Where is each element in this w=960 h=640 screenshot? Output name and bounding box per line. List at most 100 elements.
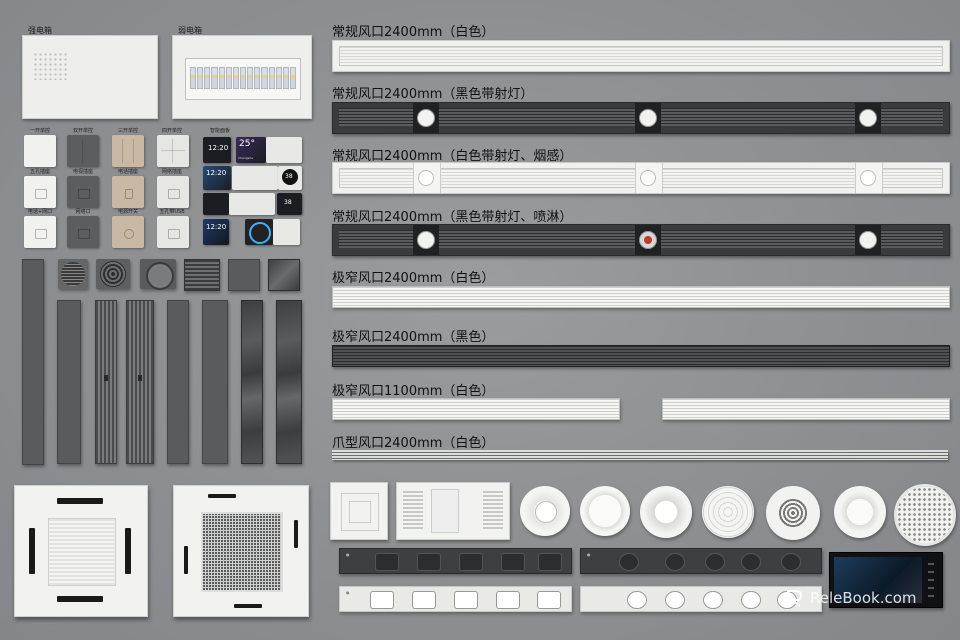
vent-label: 爪型风口2400mm（白色） xyxy=(332,436,495,451)
watermark-icon xyxy=(785,588,805,608)
vent-white-with-spotlights-smoke-detector xyxy=(332,162,950,194)
smart-panel-keys xyxy=(266,137,302,163)
spotlight-icon xyxy=(417,231,435,249)
five-hole-socket xyxy=(24,176,56,208)
ac-outlet xyxy=(57,596,103,602)
ac-outlet xyxy=(208,494,236,498)
watermark-text: ReleBook.com xyxy=(810,589,917,607)
smart-thermostat: 38 xyxy=(277,193,302,215)
vent-label: 极窄风口2400mm（黑色） xyxy=(332,330,495,345)
track-outlet xyxy=(665,553,685,571)
panel-time: 12:20 xyxy=(206,169,227,177)
heater-grille xyxy=(483,491,503,531)
track-logo: ● xyxy=(587,552,591,557)
ac-outlet xyxy=(125,528,131,574)
track-outlet xyxy=(496,591,520,609)
track-socket-dark: ● xyxy=(580,548,822,574)
switch-label: 四开单控 xyxy=(161,128,182,134)
track-outlet xyxy=(781,553,801,571)
track-outlet xyxy=(741,591,761,609)
ac-mesh-grille xyxy=(201,512,283,592)
track-outlet xyxy=(501,553,525,571)
track-logo: ● xyxy=(346,552,350,557)
switch-label: 五孔插座 xyxy=(29,169,50,175)
track-outlet xyxy=(537,591,561,609)
track-outlet xyxy=(627,591,647,609)
phone-socket xyxy=(112,176,144,208)
vent-slots xyxy=(339,46,943,66)
bathroom-heater-panel xyxy=(396,482,510,540)
round-diffuser xyxy=(520,486,570,536)
smart-panel-keys xyxy=(232,166,278,190)
smart-thermostat: 38 xyxy=(278,166,302,190)
smart-panel-clock: 12:20 xyxy=(203,219,229,245)
narrow-vent-white-short xyxy=(662,398,950,420)
square-diffuser xyxy=(330,482,388,540)
ac-intake-grille xyxy=(48,518,116,586)
vent-label: 常规风口2400mm（白色） xyxy=(332,25,495,40)
marble-strip xyxy=(276,300,302,464)
breaker-row xyxy=(190,67,297,89)
round-grille-diffuser xyxy=(766,486,820,540)
network-port xyxy=(67,216,99,248)
vent-label: 常规风口2400mm（黑色带射灯） xyxy=(332,87,534,102)
combo-socket xyxy=(24,216,56,248)
vent-black-with-spotlights xyxy=(332,102,950,134)
switch-label: 三开单控 xyxy=(117,128,138,134)
vent-black-with-spotlights-sprinkler xyxy=(332,224,950,256)
switch-label: 一开单控 xyxy=(29,128,50,134)
perforated-diffuser xyxy=(894,484,956,546)
panel-time: 12:20 xyxy=(206,223,227,231)
track-outlet xyxy=(741,553,761,571)
spotlight-icon xyxy=(418,170,434,186)
switch-label: 智能面板 xyxy=(209,128,230,134)
track-outlet xyxy=(375,553,399,571)
vent-label: 极窄风口1100mm（白色） xyxy=(332,384,495,399)
track-outlet xyxy=(412,591,436,609)
smart-panel-keys xyxy=(229,193,275,215)
thermostat-temp: 38 xyxy=(284,199,292,206)
smart-panel-weather: 25° Changsha xyxy=(236,137,266,163)
track-logo: ● xyxy=(346,590,350,595)
ac-outlet xyxy=(234,604,262,608)
sprinkler-icon xyxy=(639,231,657,249)
switch-label: 网络口 xyxy=(75,209,91,215)
scene: 强电箱 弱电箱 一开单控 双开单控 三开单控 四开单控 智能面板 五孔插座 电视… xyxy=(0,0,960,640)
round-diffuser xyxy=(834,486,886,538)
square-round-light xyxy=(140,259,176,290)
round-light xyxy=(146,262,174,290)
ac-outlet xyxy=(57,498,103,504)
spotlight-icon xyxy=(859,231,877,249)
round-diffuser xyxy=(580,486,630,536)
single-switch xyxy=(24,135,56,167)
triple-switch xyxy=(112,135,144,167)
square-grille-vent xyxy=(58,259,88,289)
narrow-vent-black xyxy=(332,345,950,367)
square-fan-vent xyxy=(96,259,130,289)
quad-switch xyxy=(157,135,189,167)
panel-temp: 25° xyxy=(239,139,255,149)
spotlight-icon xyxy=(859,109,877,127)
round-diffuser xyxy=(640,486,692,538)
track-outlet xyxy=(703,591,723,609)
power-switch xyxy=(112,216,144,248)
round-grille xyxy=(61,262,85,286)
breaker-panel xyxy=(185,58,301,100)
round-diffuser xyxy=(702,486,754,538)
strong-electric-box xyxy=(22,35,158,119)
cassette-ac-unit xyxy=(14,485,148,617)
dial-ring xyxy=(249,222,271,244)
switch-label: 电源开关 xyxy=(117,209,138,215)
vent-label: 极窄风口2400mm（白色） xyxy=(332,271,495,286)
spotlight-icon xyxy=(860,170,876,186)
track-outlet xyxy=(370,591,394,609)
linear-panel-strip xyxy=(22,259,44,465)
switch-label: 电话插座 xyxy=(117,169,138,175)
box-vent-dots xyxy=(33,52,69,80)
marble-strip xyxy=(241,300,263,464)
square-slot-vent xyxy=(184,259,220,291)
usb-socket xyxy=(157,216,189,248)
claw-vent-white xyxy=(332,450,948,460)
switch-label: 五孔带USB xyxy=(159,209,185,215)
linear-panel-strip xyxy=(57,300,81,464)
